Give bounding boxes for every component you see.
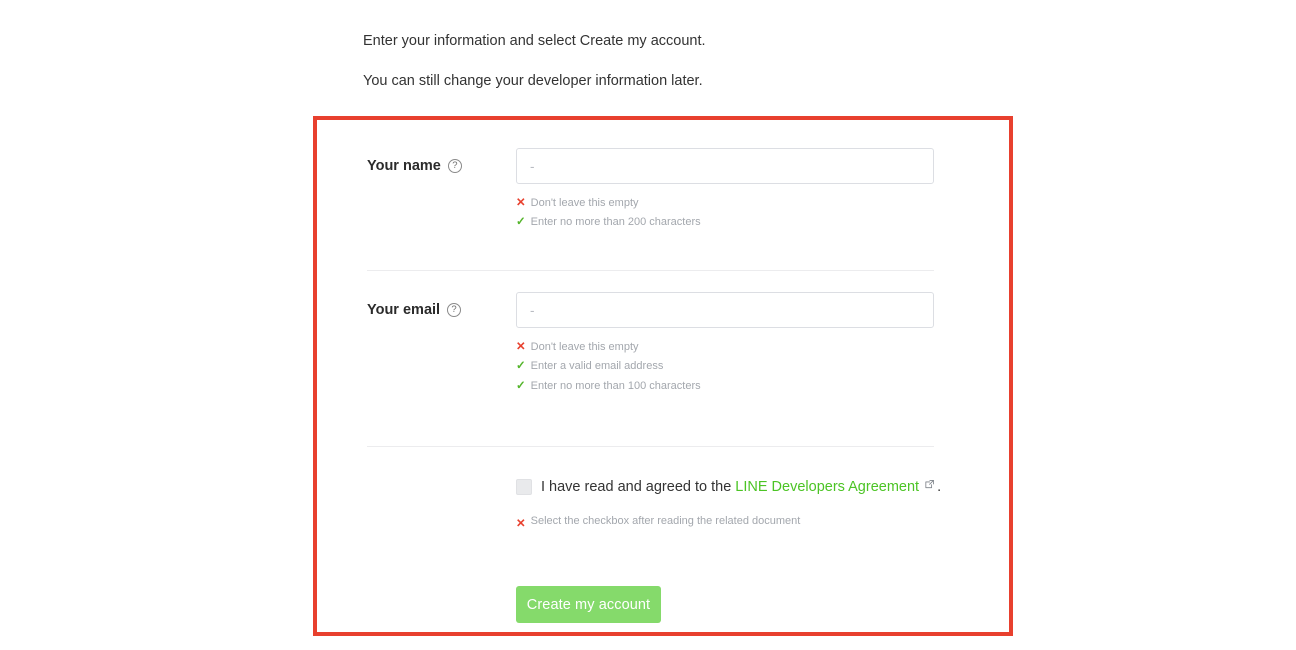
create-my-account-button[interactable]: Create my account [516,586,661,623]
hint-text: Enter a valid email address [530,360,664,373]
hint-text: Enter no more than 100 characters [530,379,701,392]
agreement-checkbox[interactable] [516,478,532,495]
error-x-icon: ✕ [516,197,526,209]
intro-line-1: Enter your information and select Create… [363,33,706,49]
hint-item: ✕ Don't leave this empty [516,194,934,213]
hint-text: Enter no more than 200 characters [530,216,701,229]
your-name-hints: ✕ Don't leave this empty ✓ Enter no more… [516,194,934,233]
hint-text: Don't leave this empty [530,197,639,209]
your-email-input[interactable] [516,292,934,328]
help-circle-icon[interactable]: ? [447,159,462,173]
your-email-hints: ✕ Don't leave this empty ✓ Enter a valid… [516,338,934,396]
your-name-input[interactable] [516,148,934,184]
label-your-name: Your name ? [367,158,462,174]
external-link-icon[interactable] [924,478,935,494]
error-x-icon: ✕ [516,341,526,353]
agreement-error-text: Select the checkbox after reading the re… [530,515,801,527]
help-circle-icon[interactable]: ? [447,303,462,317]
error-x-icon: ✕ [516,518,526,530]
label-your-email-text: Your email [367,302,441,318]
agreement-text-after: . [937,479,942,495]
hint-item: ✓ Enter no more than 100 characters [516,377,934,396]
label-your-name-text: Your name [367,158,441,174]
hint-item: ✕ Don't leave this empty [516,338,934,357]
check-icon: ✓ [516,216,526,229]
agreement-error-message: ✕ Select the checkbox after reading the … [516,515,956,534]
intro-text: Enter your information and select Create… [363,32,1063,111]
agreement-row: I have read and agreed to the LINE Devel… [516,478,956,495]
line-developers-agreement-link[interactable]: LINE Developers Agreement [735,479,919,495]
agreement-text-before: I have read and agreed to the [541,479,732,495]
agreement-label: I have read and agreed to the LINE Devel… [541,478,941,495]
check-icon: ✓ [516,360,526,373]
label-your-email: Your email ? [367,302,462,318]
hint-text: Don't leave this empty [530,341,639,353]
agreement-block: I have read and agreed to the LINE Devel… [516,478,956,534]
hint-item: ✓ Enter a valid email address [516,357,934,376]
intro-line-2: You can still change your developer info… [363,72,703,89]
registration-form-highlight-box: Your name ? ✕ Don't leave this empty ✓ E… [313,116,1013,636]
divider [367,270,934,271]
hint-item: ✓ Enter no more than 200 characters [516,213,934,232]
divider [367,446,934,447]
check-icon: ✓ [516,379,526,392]
